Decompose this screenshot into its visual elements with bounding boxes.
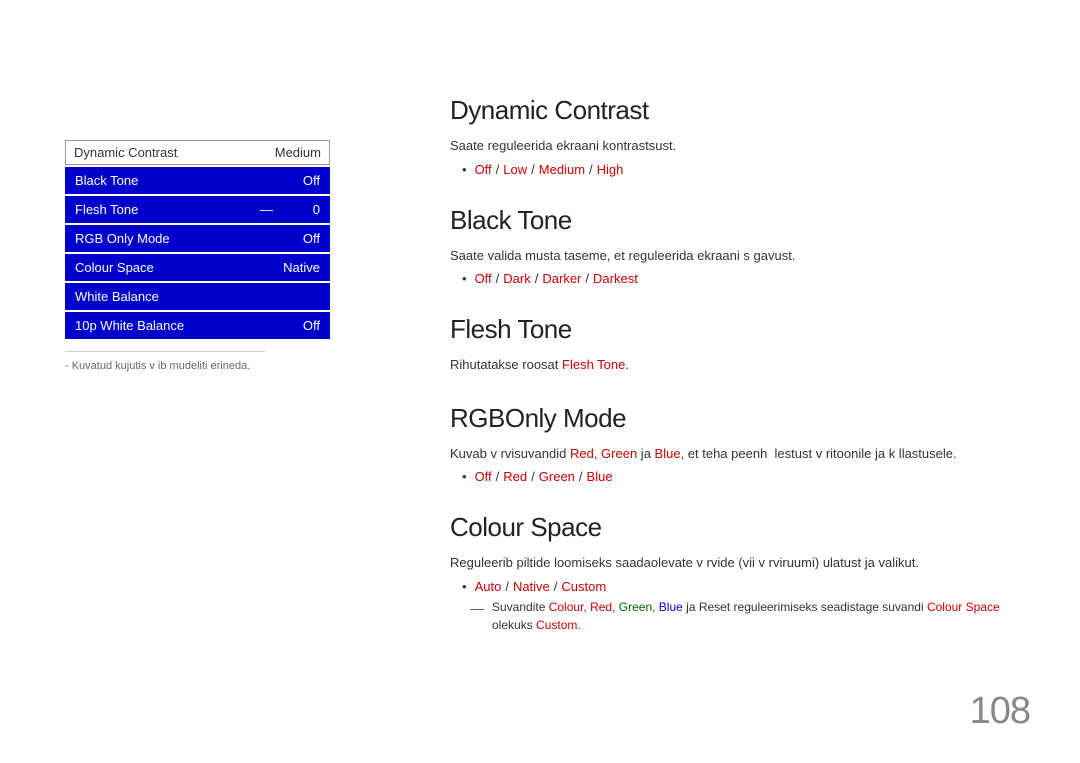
section-title-colour-space: Colour Space	[450, 512, 1020, 543]
menu-item-label: White Balance	[75, 289, 159, 304]
menu-header-label: Dynamic Contrast	[74, 145, 177, 160]
section-desc-flesh-tone: Rihutatakse roosat Flesh Tone.	[450, 355, 1020, 375]
right-content: Dynamic Contrast Saate reguleerida ekraa…	[450, 95, 1020, 662]
menu-header: Dynamic Contrast Medium	[65, 140, 330, 165]
bullet: •	[462, 469, 467, 484]
section-dynamic-contrast: Dynamic Contrast Saate reguleerida ekraa…	[450, 95, 1020, 177]
left-menu-panel: Dynamic Contrast Medium Black Tone Off F…	[65, 140, 330, 372]
menu-item-label: 10p White Balance	[75, 318, 184, 333]
section-options-black-tone: • Off / Dark / Darker / Darkest	[462, 271, 1020, 286]
section-black-tone: Black Tone Saate valida musta taseme, et…	[450, 205, 1020, 287]
menu-item-label: Flesh Tone	[75, 202, 138, 217]
menu-item-value: Off	[303, 318, 320, 333]
section-options-dynamic-contrast: • Off / Low / Medium / High	[462, 162, 1020, 177]
section-desc-dynamic-contrast: Saate reguleerida ekraani kontrastsust.	[450, 136, 1020, 156]
sub-note-dash: —	[470, 598, 484, 619]
menu-item-label: RGB Only Mode	[75, 231, 170, 246]
bullet: •	[462, 579, 467, 594]
menu-item-label: Black Tone	[75, 173, 138, 188]
bullet: •	[462, 271, 467, 286]
menu-item-colour-space[interactable]: Colour Space Native	[65, 254, 330, 281]
section-desc-black-tone: Saate valida musta taseme, et reguleerid…	[450, 246, 1020, 266]
menu-item-value: Off	[303, 231, 320, 246]
sub-note-text: Suvandite Colour, Red, Green, Blue ja Re…	[492, 598, 1020, 634]
page-number: 108	[970, 690, 1030, 733]
menu-item-label: Colour Space	[75, 260, 154, 275]
section-rgb-only-mode: RGBOnly Mode Kuvab v rvisuvandid Red, Gr…	[450, 403, 1020, 485]
divider	[65, 351, 265, 352]
section-title-dynamic-contrast: Dynamic Contrast	[450, 95, 1020, 126]
menu-item-value: Native	[283, 260, 320, 275]
section-title-flesh-tone: Flesh Tone	[450, 314, 1020, 345]
section-desc-rgb-only-mode: Kuvab v rvisuvandid Red, Green ja Blue, …	[450, 444, 1020, 464]
menu-item-value: — 0	[260, 202, 320, 217]
menu-header-value: Medium	[275, 145, 321, 160]
section-title-black-tone: Black Tone	[450, 205, 1020, 236]
menu-item-10p-white-balance[interactable]: 10p White Balance Off	[65, 312, 330, 339]
menu-item-value: Off	[303, 173, 320, 188]
section-colour-space: Colour Space Reguleerib piltide loomisek…	[450, 512, 1020, 634]
menu-item-black-tone[interactable]: Black Tone Off	[65, 167, 330, 194]
section-options-rgb-only-mode: • Off / Red / Green / Blue	[462, 469, 1020, 484]
section-title-rgb-only-mode: RGBOnly Mode	[450, 403, 1020, 434]
note-text: - Kuvatud kujutis v ib mudeliti erineda.	[65, 360, 330, 372]
sub-note-colour-space: — Suvandite Colour, Red, Green, Blue ja …	[470, 598, 1020, 634]
section-flesh-tone: Flesh Tone Rihutatakse roosat Flesh Tone…	[450, 314, 1020, 375]
section-desc-colour-space: Reguleerib piltide loomiseks saadaolevat…	[450, 553, 1020, 573]
menu-item-white-balance[interactable]: White Balance	[65, 283, 330, 310]
menu-item-flesh-tone[interactable]: Flesh Tone — 0	[65, 196, 330, 223]
section-options-colour-space: • Auto / Native / Custom	[462, 579, 1020, 594]
menu-item-rgb-only-mode[interactable]: RGB Only Mode Off	[65, 225, 330, 252]
bullet: •	[462, 162, 467, 177]
